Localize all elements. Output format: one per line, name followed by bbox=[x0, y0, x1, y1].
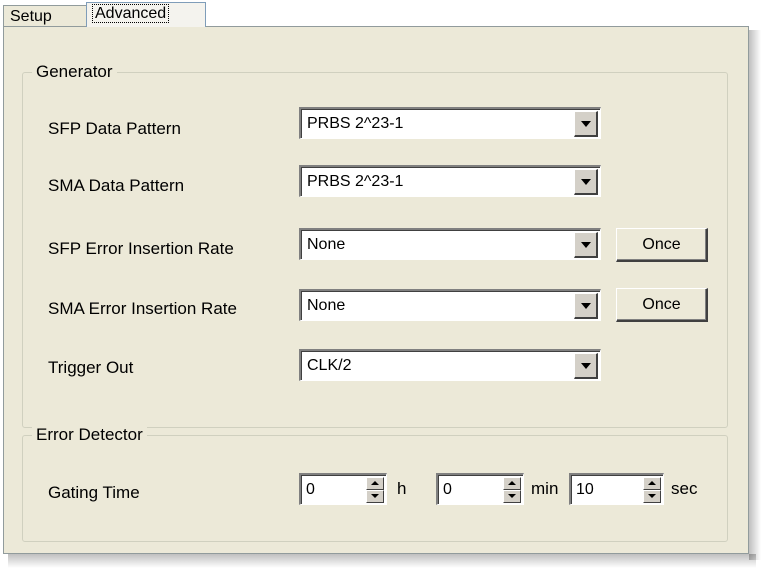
tab-advanced-label: Advanced bbox=[91, 4, 170, 23]
sma-error-insertion-rate-value: None bbox=[307, 297, 346, 314]
error-detector-group-title: Error Detector bbox=[32, 425, 147, 445]
sfp-error-once-button[interactable]: Once bbox=[616, 228, 708, 262]
sfp-error-insertion-rate-dropdown-button[interactable] bbox=[574, 232, 598, 258]
trigger-out-dropdown-button[interactable] bbox=[574, 353, 598, 379]
gating-hours-spinner[interactable]: 0 bbox=[299, 473, 387, 505]
sma-error-insertion-rate-dropdown[interactable]: None bbox=[299, 289, 601, 321]
chevron-down-icon bbox=[581, 303, 591, 309]
sma-error-insertion-rate-label: SMA Error Insertion Rate bbox=[48, 299, 237, 318]
trigger-out-dropdown[interactable]: CLK/2 bbox=[299, 349, 601, 381]
gating-time-label: Gating Time bbox=[48, 483, 140, 502]
sfp-error-insertion-rate-value: None bbox=[307, 236, 346, 253]
chevron-down-icon bbox=[581, 363, 591, 369]
tab-advanced[interactable]: Advanced bbox=[86, 2, 206, 27]
sfp-error-insertion-rate-label: SFP Error Insertion Rate bbox=[48, 239, 234, 258]
hours-down-arrow-icon[interactable] bbox=[366, 490, 384, 503]
gating-seconds-spinner[interactable]: 10 bbox=[569, 473, 664, 505]
sfp-data-pattern-dropdown[interactable]: PRBS 2^23-1 bbox=[299, 107, 601, 139]
trigger-out-label: Trigger Out bbox=[48, 358, 134, 377]
panel-shadow-bottom bbox=[8, 554, 756, 568]
panel-shadow-right bbox=[749, 30, 761, 560]
sfp-data-pattern-value: PRBS 2^23-1 bbox=[307, 115, 404, 132]
trigger-out-value: CLK/2 bbox=[307, 357, 352, 374]
gating-seconds-value: 10 bbox=[576, 481, 594, 498]
sfp-data-pattern-label: SFP Data Pattern bbox=[48, 119, 181, 138]
sma-data-pattern-dropdown-button[interactable] bbox=[574, 169, 598, 195]
hours-unit-label: h bbox=[397, 479, 407, 498]
minutes-unit-label: min bbox=[531, 479, 559, 498]
gating-minutes-spinner[interactable]: 0 bbox=[436, 473, 524, 505]
sfp-data-pattern-dropdown-button[interactable] bbox=[574, 111, 598, 137]
tab-setup[interactable]: Setup bbox=[3, 5, 88, 27]
sma-error-insertion-rate-dropdown-button[interactable] bbox=[574, 293, 598, 319]
seconds-down-arrow-icon[interactable] bbox=[643, 490, 661, 503]
chevron-down-icon bbox=[581, 121, 591, 127]
tab-setup-label: Setup bbox=[10, 8, 52, 25]
generator-group-title: Generator bbox=[32, 62, 117, 82]
gating-minutes-value: 0 bbox=[443, 481, 452, 498]
minutes-down-arrow-icon[interactable] bbox=[503, 490, 521, 503]
sma-error-once-button[interactable]: Once bbox=[616, 288, 708, 322]
seconds-unit-label: sec bbox=[671, 479, 698, 498]
seconds-up-arrow-icon[interactable] bbox=[643, 477, 661, 490]
chevron-down-icon bbox=[581, 242, 591, 248]
minutes-up-arrow-icon[interactable] bbox=[503, 477, 521, 490]
chevron-down-icon bbox=[581, 179, 591, 185]
sma-data-pattern-dropdown[interactable]: PRBS 2^23-1 bbox=[299, 165, 601, 197]
sma-data-pattern-value: PRBS 2^23-1 bbox=[307, 173, 404, 190]
advanced-tab-panel: Generator SFP Data Pattern PRBS 2^23-1 S… bbox=[3, 26, 749, 554]
sfp-error-insertion-rate-dropdown[interactable]: None bbox=[299, 228, 601, 260]
hours-up-arrow-icon[interactable] bbox=[366, 477, 384, 490]
gating-hours-value: 0 bbox=[306, 481, 315, 498]
sma-data-pattern-label: SMA Data Pattern bbox=[48, 176, 185, 195]
